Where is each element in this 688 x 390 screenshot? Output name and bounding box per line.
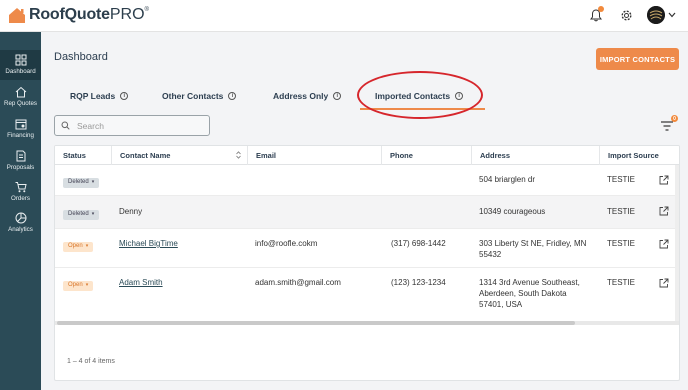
tab-label: Address Only: [273, 91, 329, 101]
sidebar-item-label: Analytics: [8, 226, 33, 233]
filter-button[interactable]: 0: [659, 115, 678, 133]
dashboard-icon: [15, 54, 26, 66]
search-icon: [61, 121, 70, 130]
caret-down-icon: ▾: [85, 282, 89, 288]
import-source-cell: TESTIE: [607, 278, 636, 287]
address-cell: 504 briarglen dr: [479, 175, 536, 184]
column-header-email[interactable]: Email: [247, 146, 381, 165]
status-label: Open: [68, 243, 83, 249]
filter-icon: [661, 121, 673, 131]
pie-chart-icon: [15, 212, 26, 224]
tab-label: Other Contacts: [162, 91, 224, 101]
house-logo-icon: [9, 7, 25, 23]
calendar-icon: [15, 119, 26, 130]
column-header-status[interactable]: Status: [55, 146, 111, 165]
filter-count-badge: 0: [671, 115, 678, 122]
address-cell: 1314 3rd Avenue Southeast, Aberdeen, Sou…: [479, 278, 580, 309]
caret-down-icon: ▾: [85, 243, 89, 249]
settings-gear-icon[interactable]: [617, 5, 635, 25]
sidebar-item-analytics[interactable]: Analytics: [0, 208, 41, 238]
chevron-down-icon: [668, 12, 676, 18]
registered-mark: ®: [144, 7, 149, 13]
info-icon[interactable]: i: [333, 92, 342, 100]
sidebar-item-rep-quotes[interactable]: Rep Quotes: [0, 82, 41, 112]
contact-name-link[interactable]: Michael BigTime: [119, 238, 178, 249]
sidebar-item-label: Rep Quotes: [3, 100, 38, 107]
caret-down-icon: ▾: [91, 211, 95, 217]
column-header-contact-name[interactable]: Contact Name: [111, 146, 247, 165]
column-header-label: Contact Name: [120, 151, 171, 160]
external-link-icon[interactable]: [659, 278, 669, 288]
horizontal-scrollbar[interactable]: [55, 321, 679, 325]
pagination-summary: 1 – 4 of 4 items: [67, 358, 115, 365]
column-header-address[interactable]: Address: [471, 146, 599, 165]
app-logo[interactable]: RoofQuote PRO ®: [8, 6, 149, 24]
import-contacts-button[interactable]: IMPORT CONTACTS: [596, 48, 679, 70]
brand-name: RoofQuote: [29, 6, 110, 23]
search-box: [54, 115, 210, 136]
status-label: Deleted: [68, 211, 89, 217]
top-bar: RoofQuote PRO ®: [0, 0, 688, 32]
import-source-cell: TESTIE: [607, 207, 636, 216]
table-row[interactable]: Deleted ▾ Denny 10349 courageous TESTIE: [55, 196, 679, 229]
table-row[interactable]: Open ▾ Michael BigTime info@roofle.cokm (…: [55, 229, 679, 268]
caret-down-icon: ▾: [91, 179, 95, 185]
table-header: Status Contact Name Email Phone Address …: [55, 146, 679, 165]
sidebar-item-label: Financing: [7, 132, 34, 139]
address-cell: 10349 courageous: [479, 207, 546, 216]
contact-name-cell: Denny: [119, 207, 143, 216]
external-link-icon[interactable]: [659, 175, 669, 185]
page-title: Dashboard: [54, 51, 108, 63]
sidebar-item-label: Orders: [11, 195, 30, 202]
status-badge[interactable]: Open ▾: [63, 241, 94, 252]
status-badge[interactable]: Deleted ▾: [63, 209, 100, 220]
email-cell: adam.smith@gmail.com: [255, 278, 341, 287]
email-cell: info@roofle.cokm: [255, 239, 318, 248]
sidebar-item-label: Dashboard: [5, 68, 36, 75]
column-header-import-source[interactable]: Import Source: [599, 146, 675, 165]
scrollbar-thumb[interactable]: [57, 321, 575, 325]
contacts-table: Status Contact Name Email Phone Address …: [54, 145, 680, 381]
info-icon[interactable]: i: [120, 92, 129, 100]
sidebar-item-label: Proposals: [6, 164, 35, 171]
phone-cell: (123) 123-1234: [391, 278, 446, 287]
tab-other-contacts[interactable]: Other Contacts i: [162, 86, 237, 106]
notifications-bell-icon[interactable]: [587, 5, 605, 25]
status-label: Deleted: [68, 179, 89, 185]
user-menu[interactable]: [647, 6, 676, 24]
annotation-circle: [357, 71, 483, 119]
tab-label: RQP Leads: [70, 91, 116, 101]
sidebar-item-proposals[interactable]: Proposals: [0, 146, 41, 176]
table-row[interactable]: Open ▾ Adam Smith adam.smith@gmail.com (1…: [55, 268, 679, 321]
notification-dot: [598, 6, 604, 12]
house-icon: [15, 86, 26, 98]
search-input[interactable]: [77, 120, 197, 131]
brand-suffix: PRO: [109, 6, 145, 23]
vertical-scrollbar[interactable]: [675, 165, 679, 321]
column-header-phone[interactable]: Phone: [381, 146, 471, 165]
tab-rqp-leads[interactable]: RQP Leads i: [70, 86, 129, 106]
status-badge[interactable]: Open ▾: [63, 280, 94, 291]
external-link-icon[interactable]: [659, 239, 669, 249]
sidebar-item-financing[interactable]: Financing: [0, 114, 41, 144]
sidebar-item-dashboard[interactable]: Dashboard: [0, 50, 41, 80]
sort-icon[interactable]: [236, 151, 241, 159]
avatar: [647, 6, 665, 24]
external-link-icon[interactable]: [659, 206, 669, 216]
tab-address-only[interactable]: Address Only i: [273, 86, 342, 106]
contact-name-link[interactable]: Adam Smith: [119, 277, 163, 288]
info-icon[interactable]: i: [228, 92, 237, 100]
sidebar-item-orders[interactable]: Orders: [0, 177, 41, 207]
sidebar: Dashboard Rep Quotes Financing Proposals…: [0, 32, 41, 390]
cart-icon: [15, 182, 27, 193]
table-row[interactable]: Deleted ▾ 504 briarglen dr TESTIE: [55, 165, 679, 196]
phone-cell: (317) 698-1442: [391, 239, 446, 248]
import-source-cell: TESTIE: [607, 175, 636, 184]
status-label: Open: [68, 282, 83, 288]
status-badge[interactable]: Deleted ▾: [63, 177, 100, 188]
import-source-cell: TESTIE: [607, 239, 636, 248]
document-icon: [16, 150, 25, 162]
address-cell: 303 Liberty St NE, Fridley, MN 55432: [479, 239, 587, 259]
